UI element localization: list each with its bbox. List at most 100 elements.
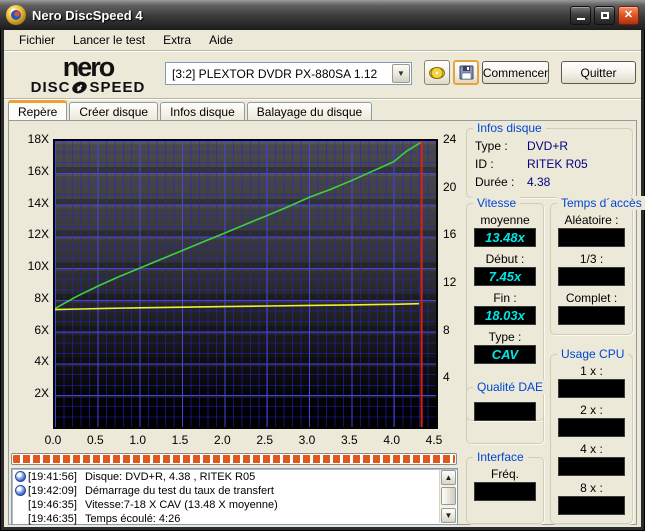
log-text: Vitesse:7-18 X CAV (13.48 X moyenne) — [84, 498, 278, 511]
series-read-speed — [55, 141, 423, 310]
speed-start-label: Début : — [485, 252, 525, 266]
cpu-1x-label: 1 x : — [580, 364, 603, 378]
log-time: [19:42:09] — [28, 484, 77, 497]
menu-lancer-le-test[interactable]: Lancer le test — [64, 31, 154, 49]
log-row: [19:46:35] Temps écoulé: 4:26 — [12, 512, 457, 525]
disc-duree-value: 4.38 — [527, 175, 551, 189]
logo-nero-text: nero — [62, 52, 116, 82]
chart-svg — [55, 141, 423, 427]
access-random-label: Aléatoire : — [564, 213, 619, 227]
group-title-qualite-dae: Qualité DAE — [473, 380, 548, 394]
log-event-icon — [15, 471, 26, 482]
chevron-down-icon[interactable]: ▼ — [392, 64, 410, 83]
menu-bar: Fichier Lancer le test Extra Aide — [4, 30, 641, 51]
cpu-2x-value — [558, 418, 625, 437]
log-scrollbar[interactable]: ▲ ▼ — [439, 470, 456, 523]
speed-average-label: moyenne — [480, 213, 530, 227]
nero-discspeed-logo: nero DISC SPEED — [18, 52, 158, 97]
group-infos-disque: Infos disque Type : DVD+R ID : RITEK R05 D… — [466, 121, 633, 198]
toolbar: nero DISC SPEED [3:2] PLEXTOR DVDR PX-88… — [4, 52, 641, 99]
speed-start-value: 7.45x — [474, 267, 536, 286]
progress-bar-fill — [13, 455, 455, 463]
group-interface: Interface Fréq. — [466, 450, 544, 524]
group-title-infos-disque: Infos disque — [473, 121, 546, 135]
interface-freq-label: Fréq. — [490, 467, 519, 481]
scroll-up-icon[interactable]: ▲ — [441, 470, 456, 485]
cpu-4x-value — [558, 457, 625, 476]
minimize-button[interactable] — [570, 5, 591, 25]
group-title-interface: Interface — [473, 450, 528, 464]
log-time: [19:46:35] — [28, 512, 77, 525]
log-time: [19:46:35] — [28, 498, 77, 511]
speed-average-value: 13.48x — [474, 228, 536, 247]
quit-button[interactable]: Quitter — [561, 61, 636, 84]
menu-fichier[interactable]: Fichier — [10, 31, 64, 49]
progress-bar — [11, 453, 457, 465]
cpu-4x-label: 4 x : — [580, 442, 603, 456]
start-button[interactable]: Commencer — [482, 61, 549, 84]
logo-speed-text: SPEED — [89, 79, 146, 96]
drive-select[interactable]: [3:2] PLEXTOR DVDR PX-880SA 1.12 ▼ — [165, 62, 412, 85]
log-row: [19:46:35] Vitesse:7-18 X CAV (13.48 X m… — [12, 498, 457, 511]
access-third-label: 1/3 : — [579, 252, 604, 266]
speed-end-label: Fin : — [493, 291, 517, 305]
access-third-value — [558, 267, 625, 286]
log-text: Démarrage du test du taux de transfert — [84, 484, 274, 497]
scroll-down-icon[interactable]: ▼ — [441, 508, 456, 523]
group-title-usage-cpu: Usage CPU — [557, 347, 629, 361]
floppy-save-icon — [459, 65, 473, 80]
log-row: [19:41:56] Disque: DVD+R, 4.38 , RITEK R… — [12, 470, 457, 483]
cpu-1x-value — [558, 379, 625, 398]
speed-end-value: 18.03x — [474, 306, 536, 325]
access-full-value — [558, 306, 625, 325]
tab-infos-disque[interactable]: Infos disque — [160, 102, 245, 120]
chart-plot — [53, 139, 438, 429]
disc-type-value: DVD+R — [527, 139, 569, 153]
eject-disc-button[interactable] — [424, 60, 450, 85]
disc-id-value: RITEK R05 — [527, 157, 588, 171]
log-time: [19:41:56] — [28, 470, 77, 483]
close-button[interactable]: ✕ — [618, 5, 639, 25]
speed-type-label: Type : — [488, 330, 522, 344]
disc-id-label: ID : — [475, 157, 494, 171]
maximize-button[interactable] — [594, 5, 615, 25]
scrollbar-thumb[interactable] — [441, 487, 456, 505]
group-qualite-dae: Qualité DAE — [466, 380, 548, 444]
group-title-vitesse: Vitesse — [473, 196, 521, 210]
app-icon — [6, 5, 26, 25]
group-title-temps-acces: Temps d´accès — [557, 196, 645, 210]
title-bar[interactable]: Nero DiscSpeed 4 ✕ — [0, 0, 645, 30]
tab-repere[interactable]: Repère — [8, 100, 68, 120]
menu-aide[interactable]: Aide — [200, 31, 242, 49]
log-text: Temps écoulé: 4:26 — [84, 512, 181, 525]
cpu-8x-value — [558, 496, 625, 515]
window-body: Fichier Lancer le test Extra Aide nero D… — [4, 30, 645, 527]
speed-type-value: CAV — [474, 345, 536, 364]
logo-disc-text: DISC — [30, 79, 71, 96]
access-full-label: Complet : — [565, 291, 618, 305]
group-temps-acces: Temps d´accès Aléatoire : 1/3 : Complet … — [550, 196, 645, 335]
interface-freq-value — [474, 482, 536, 501]
save-button[interactable] — [453, 60, 479, 85]
disc-type-label: Type : — [475, 139, 508, 153]
log-event-icon — [15, 485, 26, 496]
drive-select-value: [3:2] PLEXTOR DVDR PX-880SA 1.12 — [172, 66, 378, 81]
tab-page-repere: 18X 16X 14X 12X 10X 8X 6X 4X 2X 24 20 16 12 8 4 0.0 0.… — [8, 120, 645, 525]
cpu-8x-label: 8 x : — [580, 481, 603, 495]
transfer-rate-chart: 18X 16X 14X 12X 10X 8X 6X 4X 2X 24 20 16 12 8 4 0.0 0.… — [27, 132, 457, 447]
status-log: [19:41:56] Disque: DVD+R, 4.38 , RITEK R… — [11, 468, 458, 525]
dae-value — [474, 402, 536, 421]
log-text: Disque: DVD+R, 4.38 , RITEK R05 — [84, 470, 256, 483]
cpu-2x-label: 2 x : — [580, 403, 603, 417]
tab-balayage-du-disque[interactable]: Balayage du disque — [246, 102, 373, 120]
menu-extra[interactable]: Extra — [154, 31, 200, 49]
tab-strip: Repère Créer disque Infos disque Balayag… — [8, 100, 637, 120]
disc-duree-label: Durée : — [475, 175, 515, 189]
app-window: Nero DiscSpeed 4 ✕ Fichier Lancer le tes… — [0, 0, 645, 531]
series-rotation-speed — [55, 302, 420, 311]
cd-icon — [429, 66, 445, 79]
window-title: Nero DiscSpeed 4 — [32, 7, 143, 23]
log-row: [19:42:09] Démarrage du test du taux de … — [12, 484, 457, 497]
access-random-value — [558, 228, 625, 247]
tab-creer-disque[interactable]: Créer disque — [69, 102, 159, 120]
